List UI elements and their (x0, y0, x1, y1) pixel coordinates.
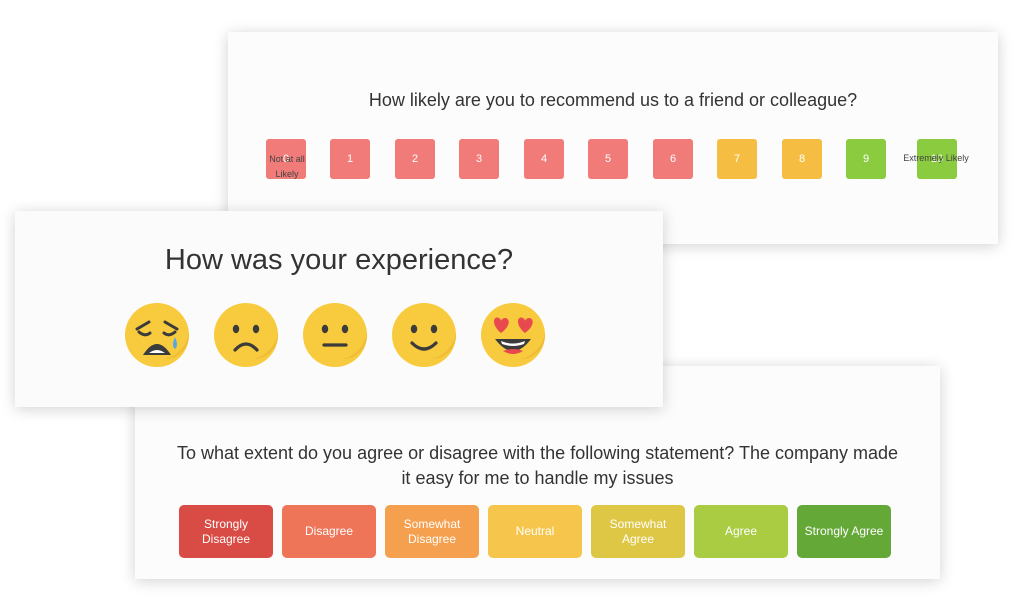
frowning-face-icon[interactable] (212, 301, 280, 369)
nps-option-3[interactable]: 3 (459, 139, 499, 179)
nps-option-6[interactable]: 6 (653, 139, 693, 179)
likert-option-strongly-agree[interactable]: Strongly Agree (797, 505, 891, 558)
nps-option-1[interactable]: 1 (330, 139, 370, 179)
likert-option-disagree[interactable]: Disagree (282, 505, 376, 558)
nps-low-label: Not at all Likely (269, 154, 305, 179)
nps-option-9[interactable]: 9 (846, 139, 886, 179)
likert-question: To what extent do you agree or disagree … (176, 443, 899, 488)
nps-high-label: Extremely Likely (903, 153, 969, 163)
emoji-question: How was your experience? (164, 244, 514, 276)
slightly-smiling-face-icon[interactable] (390, 301, 458, 369)
likert-option-neutral[interactable]: Neutral (488, 505, 582, 558)
heart-eyes-face-icon[interactable] (479, 301, 547, 369)
emoji-row (123, 301, 553, 369)
nps-option-7[interactable]: 7 (717, 139, 757, 179)
likert-option-agree[interactable]: Agree (694, 505, 788, 558)
nps-option-5[interactable]: 5 (588, 139, 628, 179)
crying-face-icon[interactable] (123, 301, 191, 369)
likert-option-strongly-disagree[interactable]: Strongly Disagree (179, 505, 273, 558)
likert-option-somewhat-disagree[interactable]: Somewhat Disagree (385, 505, 479, 558)
nps-question: How likely are you to recommend us to a … (368, 90, 858, 110)
nps-option-4[interactable]: 4 (524, 139, 564, 179)
neutral-face-icon[interactable] (301, 301, 369, 369)
emoji-survey-card: How was your experience? (15, 211, 663, 407)
likert-option-somewhat-agree[interactable]: Somewhat Agree (591, 505, 685, 558)
nps-option-2[interactable]: 2 (395, 139, 435, 179)
nps-option-8[interactable]: 8 (782, 139, 822, 179)
